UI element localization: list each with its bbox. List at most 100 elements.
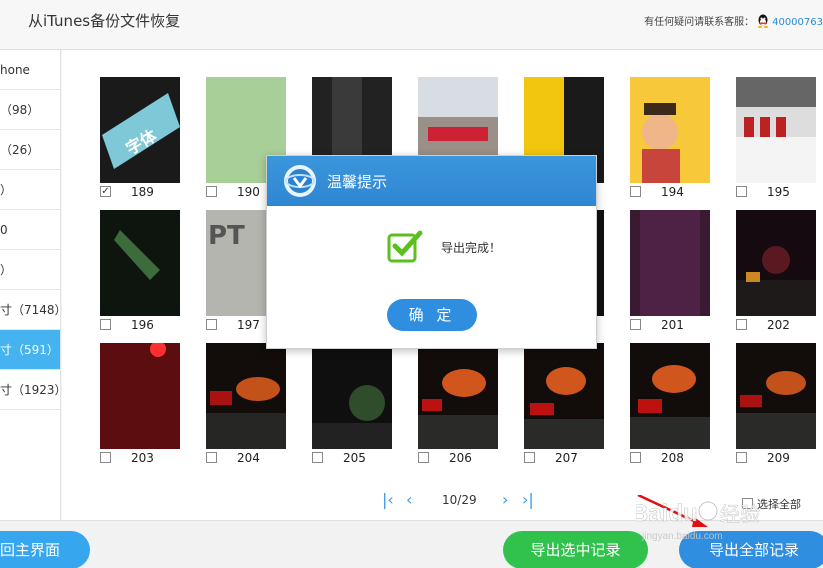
sidebar-item[interactable]: （98） [0, 90, 60, 130]
sidebar-item-label: 寸（1923） [0, 383, 60, 397]
photo-number: 189 [131, 185, 154, 199]
photo-item[interactable]: 209 [736, 343, 816, 465]
photo-item[interactable]: 194 [630, 77, 710, 199]
prev-page-icon[interactable]: ‹ [406, 490, 412, 509]
success-check-icon [387, 229, 423, 263]
sidebar-item-selected[interactable]: 寸（591） [0, 330, 60, 370]
svg-text:jingyan.baidu.com: jingyan.baidu.com [641, 531, 723, 542]
photo-thumbnail[interactable] [418, 343, 498, 449]
photo-thumbnail[interactable] [100, 210, 180, 316]
baidu-watermark-icon: Baidu 经验 jingyan.baidu.com [636, 495, 760, 542]
photo-thumbnail[interactable] [630, 210, 710, 316]
dialog-header: 温馨提示 [267, 156, 596, 206]
photo-thumbnail[interactable] [312, 343, 392, 449]
sidebar-item-label: 寸（591） [0, 343, 59, 357]
sidebar-item-label: 0 [0, 223, 8, 237]
photo-checkbox[interactable]: ✓ [100, 186, 111, 197]
photo-checkbox[interactable] [100, 452, 111, 463]
qq-icon[interactable] [757, 14, 769, 28]
photo-number: 201 [661, 318, 684, 332]
photo-checkbox[interactable] [312, 452, 323, 463]
confirm-button[interactable]: 确 定 [387, 299, 477, 331]
photo-checkbox[interactable] [630, 186, 641, 197]
export-selected-button[interactable]: 导出选中记录 [503, 531, 648, 568]
photo-item[interactable]: 208 [630, 343, 710, 465]
photo-number: 197 [237, 318, 260, 332]
photo-checkbox[interactable] [524, 452, 535, 463]
sidebar-item[interactable]: 寸（7148） [0, 290, 60, 330]
photo-number: 196 [131, 318, 154, 332]
sidebar-item-label: ） [0, 183, 13, 197]
photo-checkbox[interactable] [100, 319, 111, 330]
photo-item[interactable]: 207 [524, 343, 604, 465]
dialog-title: 温馨提示 [327, 173, 388, 191]
support-phone[interactable]: 40000763 [772, 17, 823, 28]
sidebar-item-label: hone [0, 63, 30, 77]
title-bar: 从iTunes备份文件恢复 有任何疑问请联系客服： 40000763 [0, 0, 823, 50]
support-label: 有任何疑问请联系客服： [644, 17, 755, 28]
photo-checkbox[interactable] [630, 319, 641, 330]
export-complete-dialog: 温馨提示 导出完成！ 确 定 [266, 155, 597, 349]
sidebar-item[interactable]: hone [0, 50, 60, 90]
sidebar-item[interactable]: （26） [0, 130, 60, 170]
photo-number: 204 [237, 451, 260, 465]
first-page-icon[interactable]: |‹ [382, 490, 394, 509]
photo-thumbnail[interactable] [100, 343, 180, 449]
photo-item[interactable]: 195 [736, 77, 816, 199]
svg-text:PT: PT [208, 221, 245, 251]
dialog-message: 导出完成！ [441, 241, 502, 255]
photo-number: 208 [661, 451, 684, 465]
photo-number: 209 [767, 451, 790, 465]
app-logo-icon [283, 164, 317, 198]
photo-number: 202 [767, 318, 790, 332]
svg-text:经验: 经验 [720, 502, 760, 526]
sidebar-item[interactable]: ） [0, 170, 60, 210]
photo-item[interactable]: 202 [736, 210, 816, 332]
photo-item[interactable]: 203 [100, 343, 180, 465]
page-indicator: 10/29 [442, 493, 477, 507]
photo-thumbnail[interactable] [736, 77, 816, 183]
sidebar-item[interactable]: 寸（1923） [0, 370, 60, 410]
photo-item[interactable]: 205 [312, 343, 392, 465]
photo-checkbox[interactable] [630, 452, 641, 463]
photo-number: 203 [131, 451, 154, 465]
photo-thumbnail[interactable] [630, 343, 710, 449]
photo-thumbnail[interactable] [736, 210, 816, 316]
sidebar-item[interactable]: ） [0, 250, 60, 290]
photo-checkbox[interactable] [206, 452, 217, 463]
photo-thumbnail[interactable] [736, 343, 816, 449]
photo-item[interactable]: 206 [418, 343, 498, 465]
photo-number: 195 [767, 185, 790, 199]
sidebar-item-label: （26） [0, 143, 40, 157]
photo-thumbnail[interactable]: 字体 [100, 77, 180, 183]
sidebar-item-label: ） [0, 263, 13, 277]
photo-number: 205 [343, 451, 366, 465]
svg-text:Baidu: Baidu [636, 500, 698, 527]
next-page-icon[interactable]: › [502, 490, 508, 509]
sidebar-item-label: 寸（7148） [0, 303, 60, 317]
photo-number: 194 [661, 185, 684, 199]
photo-checkbox[interactable] [736, 452, 747, 463]
photo-number: 206 [449, 451, 472, 465]
photo-checkbox[interactable] [206, 186, 217, 197]
last-page-icon[interactable]: ›| [522, 490, 534, 509]
dialog-body: 导出完成！ 确 定 [267, 206, 596, 350]
photo-item[interactable]: 字体 ✓ 189 [100, 77, 180, 199]
photo-number: 190 [237, 185, 260, 199]
sidebar-item[interactable]: 0 [0, 210, 60, 250]
photo-thumbnail[interactable] [630, 77, 710, 183]
photo-checkbox[interactable] [206, 319, 217, 330]
photo-thumbnail[interactable] [206, 343, 286, 449]
sidebar-item-label: （98） [0, 103, 40, 117]
photo-number: 207 [555, 451, 578, 465]
photo-checkbox[interactable] [736, 186, 747, 197]
photo-item[interactable]: 204 [206, 343, 286, 465]
category-sidebar: hone （98） （26） ） 0 ） 寸（7148） 寸（591） 寸（19… [0, 50, 61, 520]
photo-checkbox[interactable] [736, 319, 747, 330]
photo-item[interactable]: 201 [630, 210, 710, 332]
back-to-main-button[interactable]: 回主界面 [0, 531, 90, 568]
window-title: 从iTunes备份文件恢复 [28, 12, 181, 30]
photo-thumbnail[interactable] [524, 343, 604, 449]
photo-item[interactable]: 196 [100, 210, 180, 332]
photo-checkbox[interactable] [418, 452, 429, 463]
